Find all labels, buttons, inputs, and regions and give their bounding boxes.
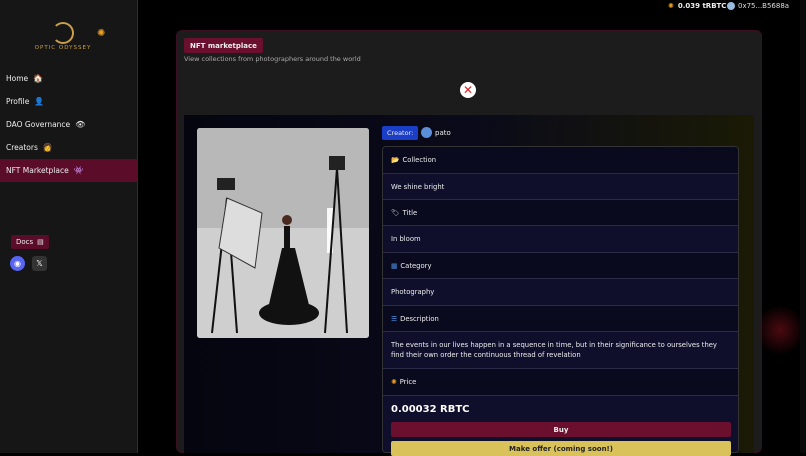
sidebar-item-home[interactable]: Home 🏠 (0, 67, 138, 90)
title-label: Title (402, 208, 418, 217)
rbtc-icon: ✺ (391, 378, 397, 386)
gear-icon[interactable]: ✺ (97, 28, 105, 39)
x-icon[interactable]: 𝕏 (32, 256, 47, 271)
page-title: NFT marketplace (184, 38, 263, 53)
creators-icon: 👩 (42, 143, 53, 152)
wallet-balance: ✺ 0.039 tRBTC (668, 2, 726, 10)
description-label-row: ☰ Description (383, 306, 738, 332)
sidebar-item-label: DAO Governance (6, 120, 71, 129)
background-glow (760, 300, 800, 360)
sidebar-item-profile[interactable]: Profile 👤 (0, 90, 138, 113)
logo-ring-icon (52, 22, 74, 44)
price-label: Price (399, 378, 417, 386)
collection-label: Collection (402, 156, 437, 164)
category-label: Category (400, 261, 432, 270)
balance-value: 0.039 tRBTC (677, 2, 727, 10)
wallet-icon (727, 2, 735, 10)
buy-button[interactable]: Buy (391, 422, 731, 437)
make-offer-button[interactable]: Make offer (coming soon!) (391, 441, 731, 456)
list-icon: ☰ (391, 314, 398, 323)
category-label-row: ▦ Category (383, 253, 738, 279)
collection-value-row: We shine bright (383, 174, 738, 200)
house-icon: 🏠 (33, 74, 44, 83)
logo-text: OPTIC ODYSSEY (34, 45, 92, 51)
scrollbar[interactable] (800, 0, 806, 453)
sidebar-item-label: NFT Marketplace (6, 166, 69, 175)
governance-icon: 👁 (75, 120, 86, 129)
title-value: In bloom (391, 235, 421, 243)
sidebar-item-label: Creators (6, 143, 38, 152)
avatar (421, 127, 432, 138)
creator-label: Creator: (382, 126, 419, 140)
sidebar-item-label: Home (6, 74, 29, 83)
category-value-row: Photography (383, 279, 738, 306)
collection-label-row: 📂 Collection (383, 147, 738, 174)
address-value: 0x75...B5688a (738, 2, 790, 10)
title-value-row: In bloom (383, 226, 738, 253)
price-value: 0.00032 RBTC (391, 404, 470, 415)
rbtc-icon: ✺ (668, 2, 674, 10)
marketplace-icon: 👾 (73, 166, 84, 175)
docs-button[interactable]: Docs ▤ (11, 235, 49, 249)
discord-icon[interactable]: ◉ (10, 256, 25, 271)
price-label-row: ✺ Price (383, 369, 738, 396)
tag-icon: 🏷 (391, 208, 400, 217)
description-value: The events in our lives happen in a sequ… (391, 340, 717, 359)
creator-link[interactable]: pato (421, 127, 451, 138)
category-value: Photography (391, 288, 435, 296)
title-label-row: 🏷 Title (383, 200, 738, 226)
sidebar-item-label: Profile (6, 97, 30, 106)
sidebar-item-creators[interactable]: Creators 👩 (0, 136, 138, 159)
user-icon: 👤 (34, 97, 45, 106)
document-icon: ▤ (37, 238, 44, 246)
app-logo[interactable]: OPTIC ODYSSEY (34, 22, 92, 56)
description-label: Description (400, 314, 439, 323)
sidebar: OPTIC ODYSSEY ✺ Home 🏠 Profile 👤 DAO Gov… (0, 0, 138, 453)
wallet-address[interactable]: 0x75...B5688a (727, 2, 789, 10)
close-icon[interactable]: ✕ (460, 82, 476, 98)
docs-label: Docs (16, 238, 34, 246)
sidebar-item-dao-governance[interactable]: DAO Governance 👁 (0, 113, 138, 136)
nft-image (197, 128, 369, 338)
creator-name: pato (435, 128, 451, 137)
page-subtitle: View collections from photographers arou… (184, 55, 361, 63)
collection-value: We shine bright (391, 182, 445, 191)
folder-icon: 📂 (391, 156, 400, 164)
sidebar-item-nft-marketplace[interactable]: NFT Marketplace 👾 (0, 159, 138, 182)
description-value-row: The events in our lives happen in a sequ… (383, 332, 738, 369)
category-icon: ▦ (391, 261, 398, 270)
